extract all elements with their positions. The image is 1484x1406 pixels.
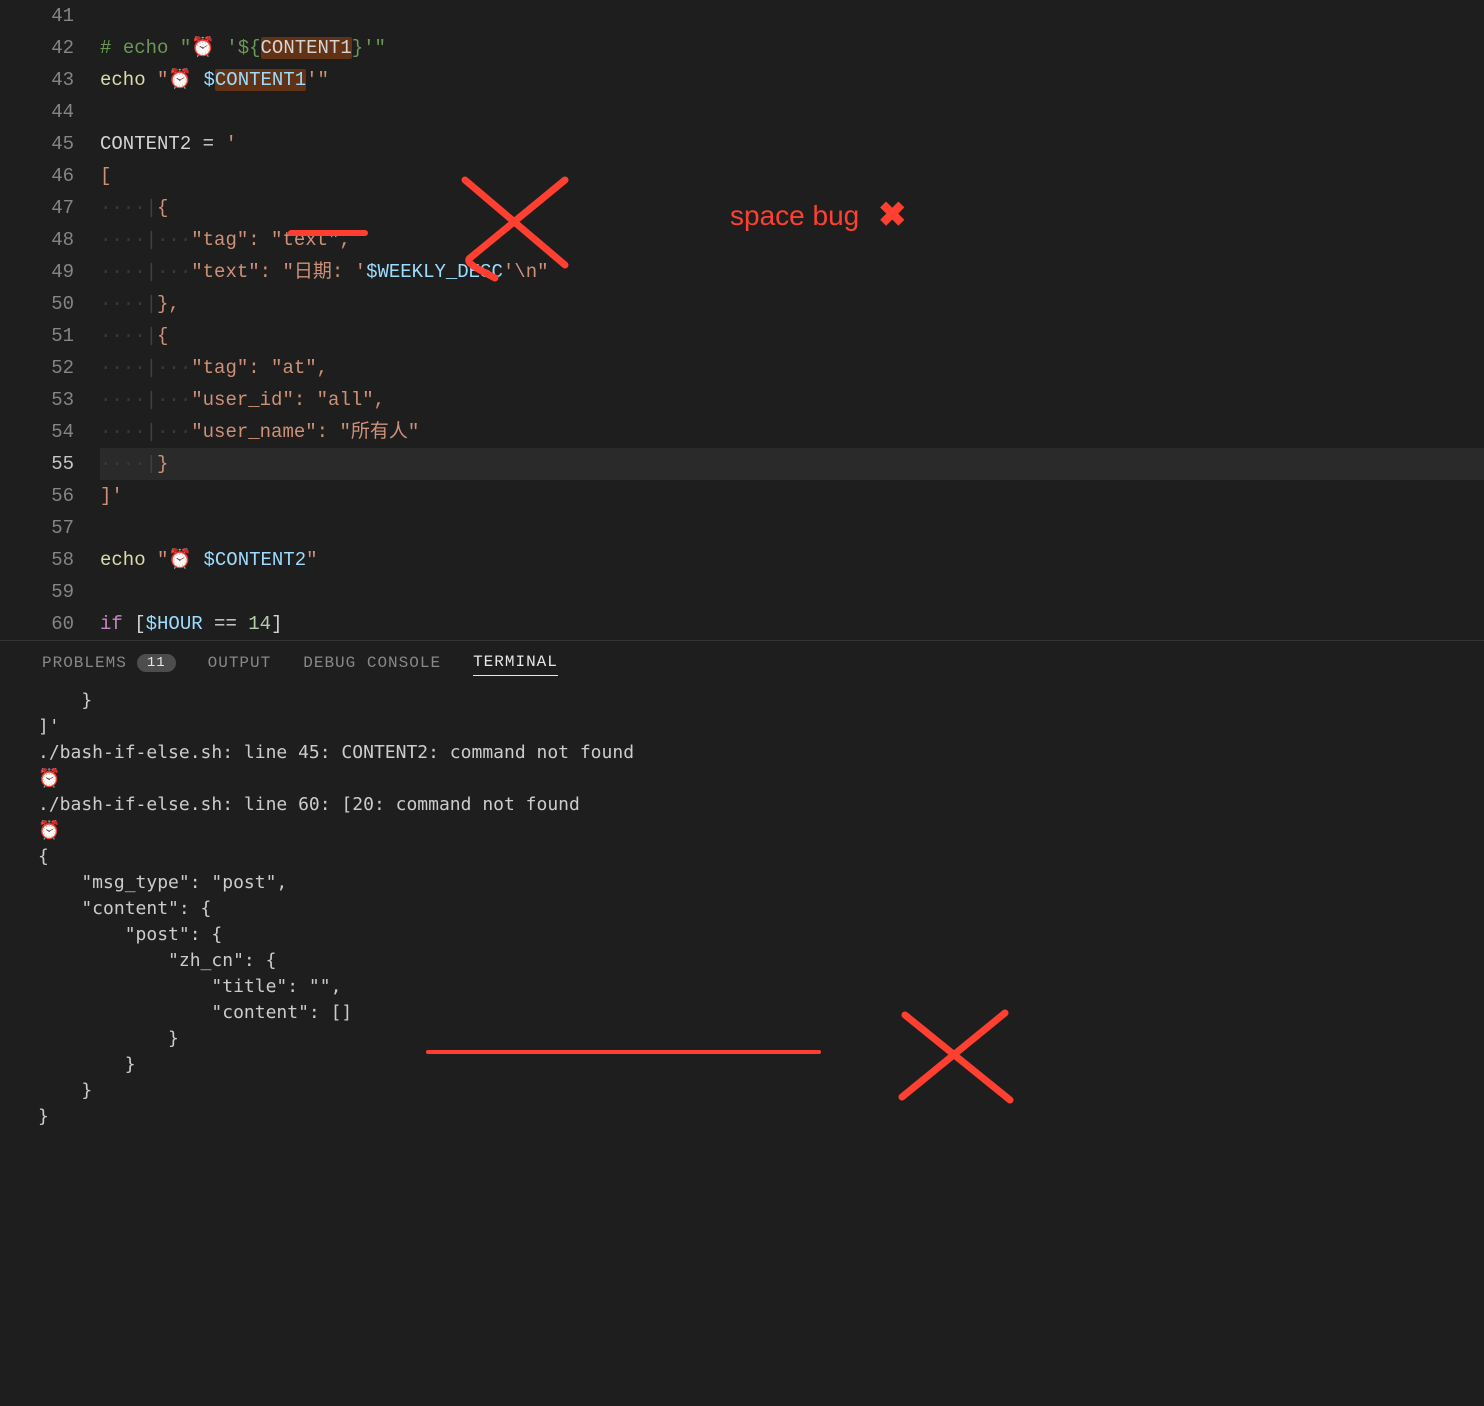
line-number: 45 <box>0 128 74 160</box>
annotation-underline-assign <box>288 230 368 236</box>
annotation-space-bug-label: space bug <box>730 200 859 232</box>
code-editor[interactable]: 4142434445464748495051525354555657585960… <box>0 0 1484 640</box>
code-line[interactable]: echo "⏰ $CONTENT2" <box>100 544 1484 576</box>
line-number: 50 <box>0 288 74 320</box>
code-line[interactable]: if [$HOUR == 14] <box>100 608 1484 640</box>
code-line[interactable]: ····|} <box>100 448 1484 480</box>
code-line[interactable]: ····|···"user_name": "所有人" <box>100 416 1484 448</box>
code-line[interactable]: ]' <box>100 480 1484 512</box>
code-line[interactable]: ····|}, <box>100 288 1484 320</box>
line-number-gutter: 4142434445464748495051525354555657585960 <box>0 0 100 640</box>
tab-problems[interactable]: PROBLEMS 11 <box>42 654 176 672</box>
code-line[interactable] <box>100 96 1484 128</box>
code-content[interactable]: # echo "⏰ '${CONTENT1}'"echo "⏰ $CONTENT… <box>100 0 1484 640</box>
code-line[interactable] <box>100 0 1484 32</box>
line-number: 46 <box>0 160 74 192</box>
code-line[interactable]: CONTENT2 = ' <box>100 128 1484 160</box>
line-number: 56 <box>0 480 74 512</box>
code-line[interactable]: # echo "⏰ '${CONTENT1}'" <box>100 32 1484 64</box>
annotation-underline-terminal <box>426 1050 821 1054</box>
tab-output[interactable]: OUTPUT <box>208 654 272 672</box>
problems-count-badge: 11 <box>137 654 176 672</box>
code-line[interactable]: [ <box>100 160 1484 192</box>
code-line[interactable]: ····|{ <box>100 320 1484 352</box>
line-number: 60 <box>0 608 74 640</box>
line-number: 54 <box>0 416 74 448</box>
line-number: 41 <box>0 0 74 32</box>
tab-terminal[interactable]: TERMINAL <box>473 653 558 676</box>
code-line[interactable]: ····|···"tag": "at", <box>100 352 1484 384</box>
code-line[interactable]: ····|···"user_id": "all", <box>100 384 1484 416</box>
code-line[interactable]: ····|···"text": "日期: '$WEEKLY_DESC'\n" <box>100 256 1484 288</box>
line-number: 49 <box>0 256 74 288</box>
line-number: 57 <box>0 512 74 544</box>
code-line[interactable] <box>100 576 1484 608</box>
tab-terminal-label: TERMINAL <box>473 653 558 671</box>
code-line[interactable] <box>100 512 1484 544</box>
tab-problems-label: PROBLEMS <box>42 654 127 672</box>
panel-tabs: PROBLEMS 11 OUTPUT DEBUG CONSOLE TERMINA… <box>0 641 1484 684</box>
tab-output-label: OUTPUT <box>208 654 272 672</box>
line-number: 52 <box>0 352 74 384</box>
line-number: 53 <box>0 384 74 416</box>
code-line[interactable]: echo "⏰ $CONTENT1'" <box>100 64 1484 96</box>
line-number: 59 <box>0 576 74 608</box>
line-number: 42 <box>0 32 74 64</box>
line-number: 43 <box>0 64 74 96</box>
tab-debug-label: DEBUG CONSOLE <box>303 654 441 672</box>
bottom-panel: PROBLEMS 11 OUTPUT DEBUG CONSOLE TERMINA… <box>0 640 1484 1406</box>
terminal-output[interactable]: } ]' ./bash-if-else.sh: line 45: CONTENT… <box>0 684 1484 1406</box>
line-number: 47 <box>0 192 74 224</box>
annotation-x-glyph-icon: ✖ <box>878 195 907 235</box>
line-number: 48 <box>0 224 74 256</box>
line-number: 58 <box>0 544 74 576</box>
line-number: 44 <box>0 96 74 128</box>
line-number: 55 <box>0 448 74 480</box>
line-number: 51 <box>0 320 74 352</box>
tab-debug-console[interactable]: DEBUG CONSOLE <box>303 654 441 672</box>
